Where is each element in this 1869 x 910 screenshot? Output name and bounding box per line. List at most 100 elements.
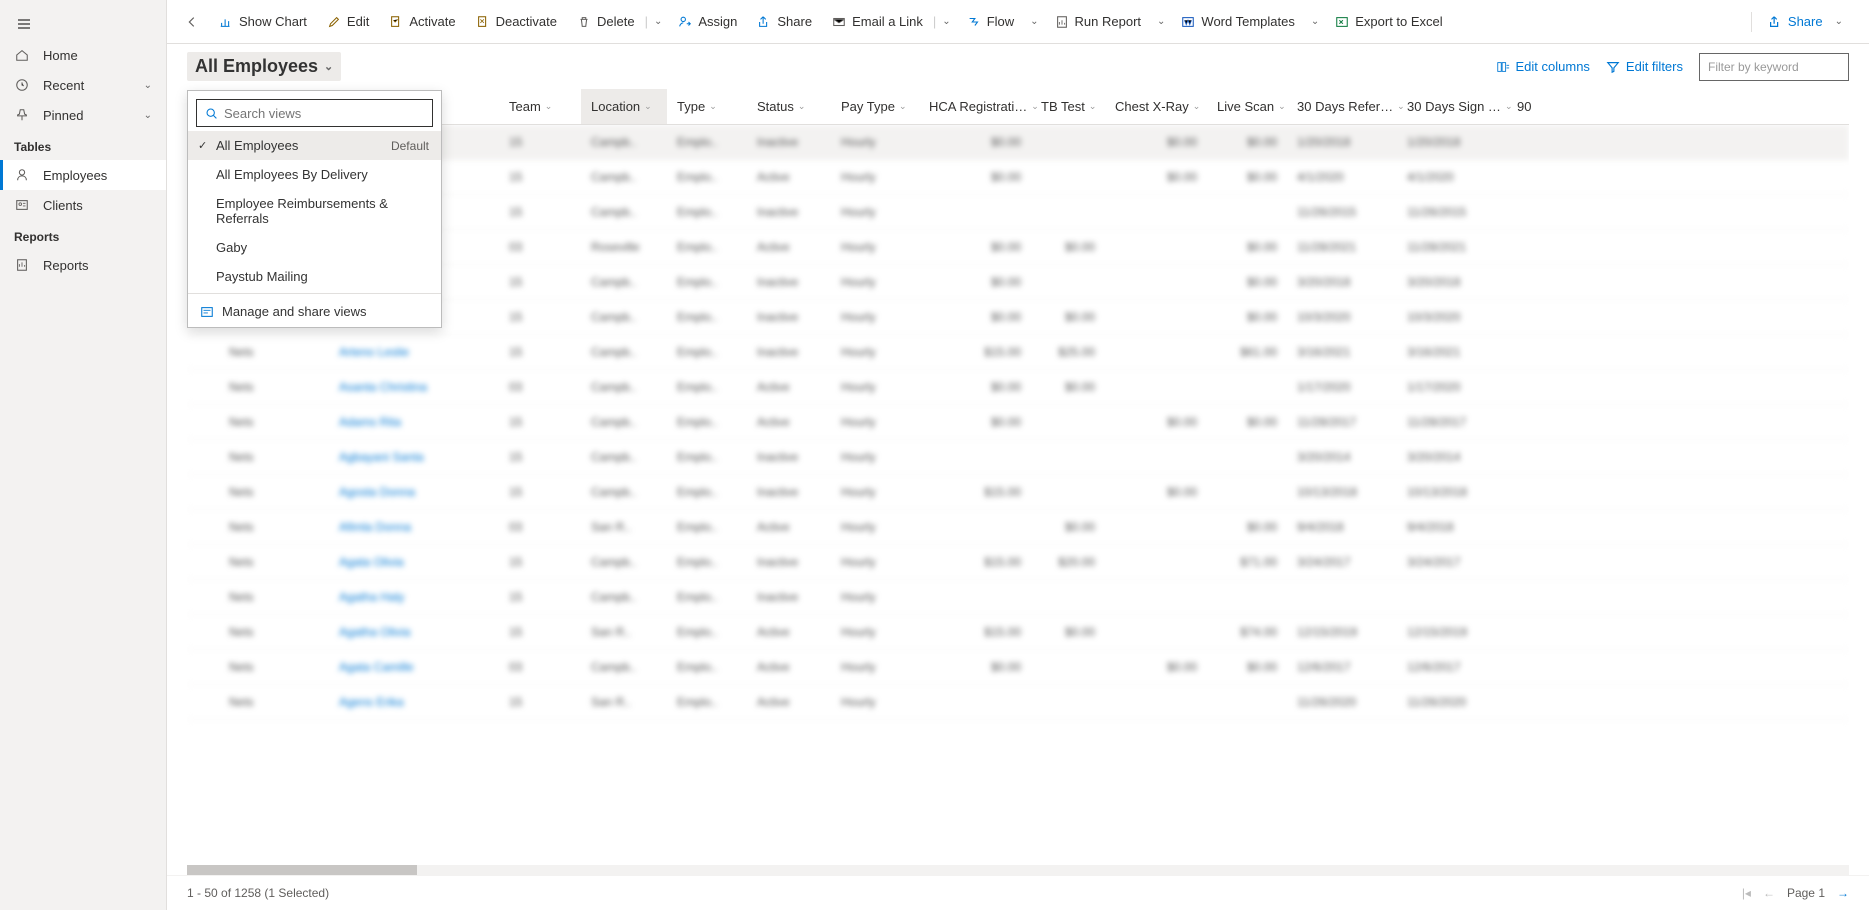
edit-filters-button[interactable]: Edit filters [1606, 59, 1683, 74]
column-header-status[interactable]: Status⌄ [747, 89, 831, 124]
chevron-down-icon: ⌄ [709, 101, 717, 112]
chevron-down-icon: ⌄ [1278, 101, 1286, 112]
table-row[interactable]: NetsAgens Erika15San R..Emplo..ActiveHou… [187, 685, 1849, 720]
cmd-label: Edit [347, 14, 369, 29]
view-option-gaby[interactable]: Gaby [188, 233, 441, 262]
run-report-button[interactable]: Run Report [1045, 8, 1151, 35]
menu-icon [16, 16, 32, 32]
header-share-button[interactable]: Share ⌄ [1756, 8, 1861, 35]
sidebar-item-employees[interactable]: Employees [0, 160, 166, 190]
column-header-tbtest[interactable]: TB Test⌄ [1031, 89, 1105, 124]
flow-chevron[interactable]: ⌄ [1024, 16, 1044, 27]
column-header-paytype[interactable]: Pay Type⌄ [831, 89, 919, 124]
page-label: Page 1 [1787, 886, 1825, 900]
word-chevron[interactable]: ⌄ [1305, 16, 1325, 27]
filter-icon [1606, 60, 1620, 74]
view-option-by-delivery[interactable]: All Employees By Delivery [188, 160, 441, 189]
column-header-90[interactable]: 90 [1507, 89, 1537, 124]
cmd-label: Email a Link [852, 14, 923, 29]
share-chevron[interactable]: ⌄ [1829, 16, 1849, 27]
grid-footer: 1 - 50 of 1258 (1 Selected) |◂ ← Page 1 … [167, 875, 1869, 910]
run-report-icon [1055, 15, 1069, 29]
delete-chevron[interactable]: ⌄ [648, 16, 668, 27]
table-row[interactable]: NetsArteno Leslie15Campb..Emplo..Inactiv… [187, 335, 1849, 370]
sidebar-item-label: Clients [43, 198, 83, 213]
edit-columns-button[interactable]: Edit columns [1496, 59, 1590, 74]
flow-icon [967, 15, 981, 29]
view-option-reimbursements[interactable]: Employee Reimbursements & Referrals [188, 189, 441, 233]
view-bar: All Employees ⌄ Edit columns Edit filter… [167, 44, 1869, 89]
activate-button[interactable]: Activate [379, 8, 465, 35]
view-option-label: Employee Reimbursements & Referrals [216, 196, 429, 226]
horizontal-scrollbar[interactable] [187, 865, 1849, 875]
check-icon: ✓ [198, 139, 207, 152]
runreport-chevron[interactable]: ⌄ [1151, 16, 1171, 27]
chevron-down-icon: ⌄ [798, 101, 806, 112]
column-header-hca[interactable]: HCA Registrati…⌄ [919, 89, 1031, 124]
cmd-label: Deactivate [496, 14, 557, 29]
table-row[interactable]: NetsAgosta Donna15Campb..Emplo..Inactive… [187, 475, 1849, 510]
column-header-30days-sign[interactable]: 30 Days Sign …⌄ [1397, 89, 1507, 124]
filter-input[interactable]: Filter by keyword [1699, 53, 1849, 81]
email-link-button[interactable]: Email a Link [822, 8, 933, 35]
sidebar-item-home[interactable]: Home [0, 40, 166, 70]
word-templates-button[interactable]: Word Templates [1171, 8, 1304, 35]
delete-button[interactable]: Delete [567, 8, 645, 35]
table-row[interactable]: NetsAgata Olivia15Campb..Emplo..Inactive… [187, 545, 1849, 580]
pager-prev-button[interactable]: ← [1763, 886, 1775, 900]
view-option-paystub[interactable]: Paystub Mailing [188, 262, 441, 291]
share-icon [757, 15, 771, 29]
contact-icon [14, 197, 30, 213]
cmd-label: Assign [698, 14, 737, 29]
link-label: Edit columns [1516, 59, 1590, 74]
view-search-input[interactable] [224, 106, 424, 121]
email-chevron[interactable]: ⌄ [936, 16, 956, 27]
view-option-all-employees[interactable]: ✓ All Employees Default [188, 131, 441, 160]
view-selector[interactable]: All Employees ⌄ [187, 52, 341, 81]
table-row[interactable]: NetsAfimla Donna03San R..Emplo..ActiveHo… [187, 510, 1849, 545]
table-row[interactable]: NetsAgata Camille03Campb..Emplo..ActiveH… [187, 650, 1849, 685]
sidebar-section-tables: Tables [0, 130, 166, 160]
table-row[interactable]: NetsAgatha Olivia15San R..Emplo..ActiveH… [187, 615, 1849, 650]
back-button[interactable] [175, 9, 209, 35]
pager-next-button[interactable]: → [1837, 886, 1849, 900]
column-header-type[interactable]: Type⌄ [667, 89, 747, 124]
link-label: Edit filters [1626, 59, 1683, 74]
deactivate-button[interactable]: Deactivate [466, 8, 567, 35]
sidebar-item-label: Pinned [43, 108, 83, 123]
hamburger-button[interactable] [0, 8, 166, 40]
share-button[interactable]: Share [747, 8, 822, 35]
sidebar-item-clients[interactable]: Clients [0, 190, 166, 220]
view-search[interactable] [196, 99, 433, 127]
table-row[interactable]: NetsAgatha Haly15Campb..Emplo..InactiveH… [187, 580, 1849, 615]
deactivate-icon [476, 15, 490, 29]
column-header-30days-refer[interactable]: 30 Days Refer…⌄ [1287, 89, 1397, 124]
assign-button[interactable]: Assign [668, 8, 747, 35]
sidebar-item-label: Recent [43, 78, 84, 93]
column-header-livescan[interactable]: Live Scan⌄ [1207, 89, 1287, 124]
export-excel-button[interactable]: Export to Excel [1325, 8, 1452, 35]
column-header-location[interactable]: Location⌄ [581, 89, 667, 124]
chevron-down-icon: ⌄ [1193, 101, 1201, 112]
table-row[interactable]: NetsAsanta Christina03Campb..Emplo..Acti… [187, 370, 1849, 405]
sidebar-item-recent[interactable]: Recent ⌄ [0, 70, 166, 100]
column-header-team[interactable]: Team⌄ [499, 89, 581, 124]
pager-first-button[interactable]: |◂ [1742, 886, 1751, 900]
chevron-down-icon: ⌄ [1089, 101, 1097, 112]
sidebar-item-pinned[interactable]: Pinned ⌄ [0, 100, 166, 130]
scrollbar-thumb[interactable] [187, 865, 417, 875]
column-header-chestxray[interactable]: Chest X-Ray⌄ [1105, 89, 1207, 124]
sidebar-item-reports[interactable]: Reports [0, 250, 166, 280]
table-row[interactable]: NetsAgbayani Santa15Campb..Emplo..Inacti… [187, 440, 1849, 475]
flow-button[interactable]: Flow [957, 8, 1024, 35]
chevron-down-icon: ⌄ [644, 101, 652, 112]
edit-button[interactable]: Edit [317, 8, 379, 35]
cmd-label: Export to Excel [1355, 14, 1442, 29]
sidebar-section-reports: Reports [0, 220, 166, 250]
manage-views-button[interactable]: Manage and share views [188, 296, 441, 327]
excel-icon [1335, 15, 1349, 29]
show-chart-button[interactable]: Show Chart [209, 8, 317, 35]
table-row[interactable]: NetsAdams Rita15Campb..Emplo..ActiveHour… [187, 405, 1849, 440]
manage-icon [200, 305, 214, 319]
cmd-label: Word Templates [1201, 14, 1294, 29]
